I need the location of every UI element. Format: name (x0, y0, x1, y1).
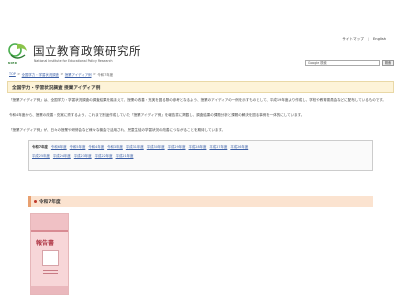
year-link[interactable]: 令和3年度 (107, 144, 123, 149)
section-heading: 令和7年度 (28, 196, 373, 207)
breadcrumb-top[interactable]: TOP (9, 72, 16, 77)
logo-text: NIER (8, 61, 18, 65)
report-cover-image[interactable]: 報告書 (30, 213, 69, 295)
year-link[interactable]: 平成27年度 (209, 144, 227, 149)
year-link[interactable]: 令和6年度 (51, 144, 67, 149)
site-subtitle: National Institute for Educational Polic… (34, 59, 113, 63)
year-link[interactable]: 平成30年度 (147, 144, 165, 149)
separator: | (367, 37, 370, 41)
search-button[interactable]: 検索 (382, 60, 394, 66)
year-link[interactable]: 平成21年度 (116, 153, 134, 158)
year-link[interactable]: 平成28年度 (189, 144, 207, 149)
english-link[interactable]: English (373, 37, 386, 42)
nier-logo-icon[interactable] (7, 41, 31, 63)
intro-paragraph-2: 令和4年度から、授業の改善・充実に資するよう、これまで別途作成していた「授業アイ… (9, 113, 305, 117)
year-link[interactable]: 令和5年度 (70, 144, 86, 149)
site-title[interactable]: 国立教育政策研究所 (33, 43, 141, 59)
year-link[interactable]: 平成23年度 (74, 153, 92, 158)
year-navigation: 令和7年度 令和6年度 令和5年度 令和4年度 令和3年度 平成31年度 平成3… (28, 140, 373, 171)
year-link[interactable]: 平成22年度 (95, 153, 113, 158)
search-input[interactable]: Google 検索 (305, 60, 380, 66)
top-bar (0, 0, 400, 8)
breadcrumb-survey[interactable]: 全国学力・学習状況調査 (22, 72, 59, 77)
year-link[interactable]: 平成25年度 (32, 153, 50, 158)
year-link[interactable]: 平成31年度 (126, 144, 144, 149)
sitemap-link[interactable]: サイトマップ (342, 37, 364, 42)
year-link[interactable]: 平成29年度 (168, 144, 186, 149)
page-title-box: 全国学力・学習状況調査 授業アイディア例 (7, 81, 394, 93)
year-row-2: 平成25年度 平成24年度 平成23年度 平成22年度 平成21年度 (32, 153, 136, 158)
breadcrumb: TOP > 全国学力・学習状況調査 > 授業アイディア例 > 令和7年度 (9, 72, 114, 77)
utility-links: サイトマップ | English (342, 37, 386, 42)
intro-paragraph-3: 「授業アイディア例」が、日々の授業や研修会など様々な機会で活用され、児童生徒の学… (9, 128, 226, 132)
cover-illustration (42, 250, 59, 266)
year-link[interactable]: 令和4年度 (88, 144, 104, 149)
section-heading-text: 令和7年度 (39, 199, 61, 205)
year-row-1: 令和7年度 令和6年度 令和5年度 令和4年度 令和3年度 平成31年度 平成3… (32, 144, 251, 149)
report-label: 報告書 (36, 240, 55, 247)
year-link[interactable]: 平成24年度 (53, 153, 71, 158)
current-year: 令和7年度 (32, 145, 48, 149)
intro-paragraph-1: 「授業アイディア例」は、全国学力・学習状況調査の調査結果を踏まえて、授業の改善・… (9, 98, 386, 102)
breadcrumb-ideas[interactable]: 授業アイディア例 (65, 72, 92, 77)
bullet-icon (34, 200, 37, 203)
page-title: 全国学力・学習状況調査 授業アイディア例 (12, 86, 101, 91)
year-link[interactable]: 平成26年度 (230, 144, 248, 149)
breadcrumb-current: 令和7年度 (97, 73, 114, 77)
